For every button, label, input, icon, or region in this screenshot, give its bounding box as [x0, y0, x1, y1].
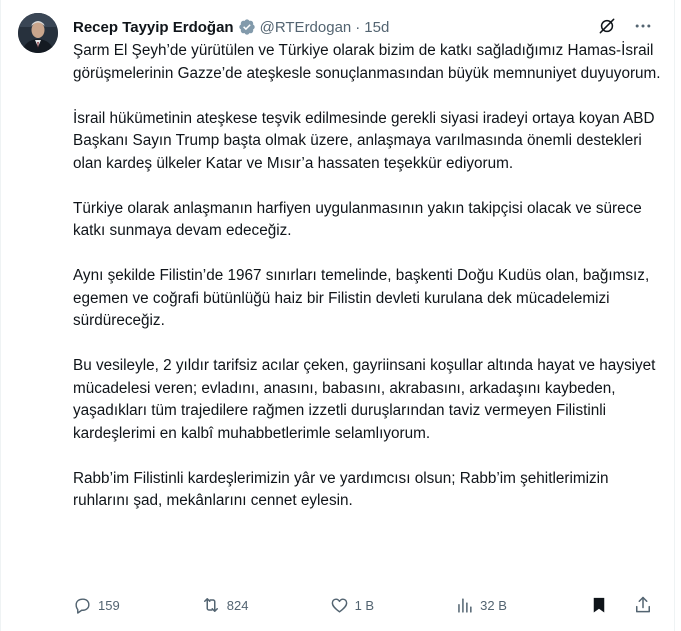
heart-icon [331, 597, 347, 613]
tweet-paragraph: Aynı şekilde Filistin’de 1967 sınırları … [73, 267, 650, 329]
separator-dot: · [355, 18, 361, 36]
author-handle[interactable]: @RTErdogan [260, 19, 352, 36]
like-count: 1 B [354, 597, 375, 613]
verified-badge-icon [238, 18, 256, 36]
repost-count: 824 [226, 597, 249, 613]
reply-count: 159 [98, 597, 120, 613]
header-actions [596, 15, 654, 37]
secondary-actions [588, 594, 654, 616]
views-button[interactable]: 32 B [455, 596, 507, 615]
avatar[interactable] [18, 13, 58, 53]
bookmark-button[interactable] [588, 594, 610, 616]
tweet-header: Recep Tayyip Erdoğan @RTErdogan · 15d [73, 15, 654, 39]
view-count: 32 B [480, 597, 507, 613]
tweet-paragraph: Rabb’im Filistinli kardeşlerimizin yâr v… [73, 469, 609, 510]
share-button[interactable] [632, 594, 654, 616]
repost-button[interactable]: 824 [201, 595, 249, 615]
tweet-paragraph: Bu vesileyle, 2 yıldır tarifsiz acılar ç… [73, 357, 656, 442]
tweet-paragraph: İsrail hükümetinin ateşkese teşvik edilm… [73, 109, 655, 172]
reply-button[interactable]: 159 [73, 596, 120, 615]
tweet-paragraph: Türkiye olarak anlaşmanın harfiyen uygul… [73, 199, 642, 240]
reply-icon [75, 597, 90, 614]
views-icon [458, 597, 472, 613]
more-icon[interactable] [632, 15, 654, 37]
avatar-image [18, 13, 58, 53]
repost-icon [203, 598, 218, 612]
tweet-paragraph: Şarm El Şeyh’de yürütülen ve Türkiye ola… [73, 42, 661, 82]
tweet-actions: 159 824 1 B 32 B [73, 594, 654, 616]
grok-icon[interactable] [596, 15, 618, 37]
timestamp[interactable]: 15d [364, 19, 389, 36]
tweet[interactable]: Recep Tayyip Erdoğan @RTErdogan · 15d Şa… [0, 0, 675, 631]
share-icon [635, 596, 650, 613]
like-button[interactable]: 1 B [330, 596, 375, 615]
bookmark-icon [593, 597, 605, 613]
author-name[interactable]: Recep Tayyip Erdoğan [73, 19, 234, 36]
tweet-text: Şarm El Şeyh’de yürütülen ve Türkiye ola… [73, 40, 663, 513]
